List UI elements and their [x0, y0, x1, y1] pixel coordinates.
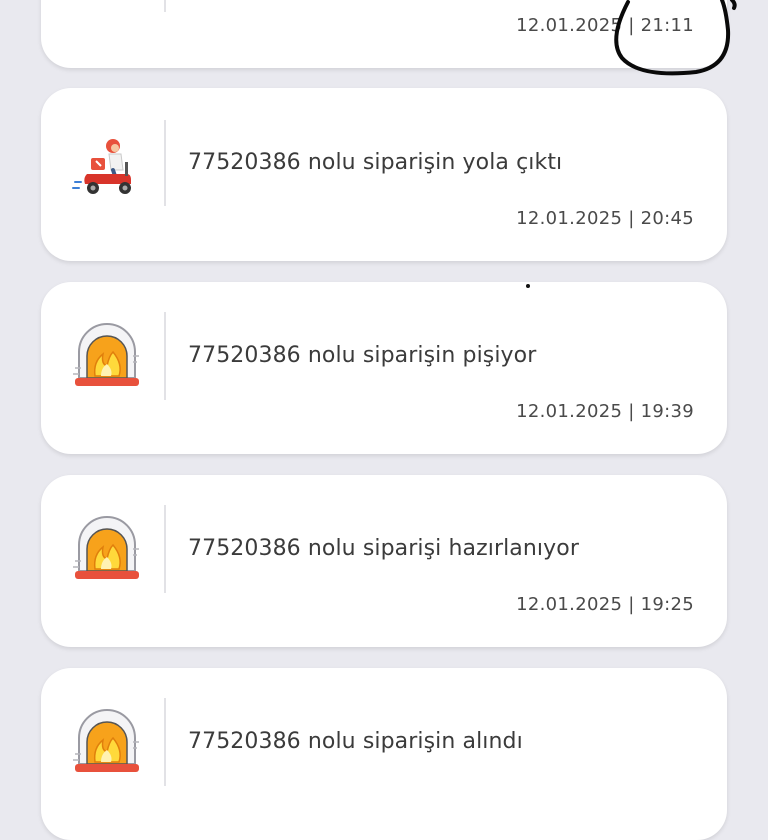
card-divider: [164, 120, 166, 206]
oven-fire-icon: [71, 322, 143, 394]
stray-dot: [526, 284, 530, 288]
notification-card[interactable]: 77520386 nolu siparişin yola çıktı 12.01…: [41, 88, 727, 261]
delivery-scooter-icon: [71, 132, 143, 204]
card-divider: [164, 0, 166, 12]
notification-message: 77520386 nolu siparişin pişiyor: [188, 343, 537, 368]
card-divider: [164, 505, 166, 593]
notification-message: 77520386 nolu siparişin alındı: [188, 729, 523, 754]
oven-fire-icon: [71, 515, 143, 587]
notification-datetime: 12.01.2025 | 20:45: [516, 208, 694, 229]
oven-fire-icon: [71, 708, 143, 780]
notification-card[interactable]: 12.01.2025 | 21:11: [41, 0, 727, 68]
notification-datetime: 12.01.2025 | 19:39: [516, 401, 694, 422]
notification-card[interactable]: 77520386 nolu siparişin pişiyor 12.01.20…: [41, 282, 727, 454]
notification-card[interactable]: 77520386 nolu siparişi hazırlanıyor 12.0…: [41, 475, 727, 647]
notification-message: 77520386 nolu siparişi hazırlanıyor: [188, 536, 579, 561]
card-divider: [164, 698, 166, 786]
notification-card[interactable]: 77520386 nolu siparişin alındı: [41, 668, 727, 840]
notification-datetime: 12.01.2025 | 19:25: [516, 594, 694, 615]
notification-message: 77520386 nolu siparişin yola çıktı: [188, 150, 563, 175]
notification-datetime: 12.01.2025 | 21:11: [516, 15, 694, 36]
card-divider: [164, 312, 166, 400]
